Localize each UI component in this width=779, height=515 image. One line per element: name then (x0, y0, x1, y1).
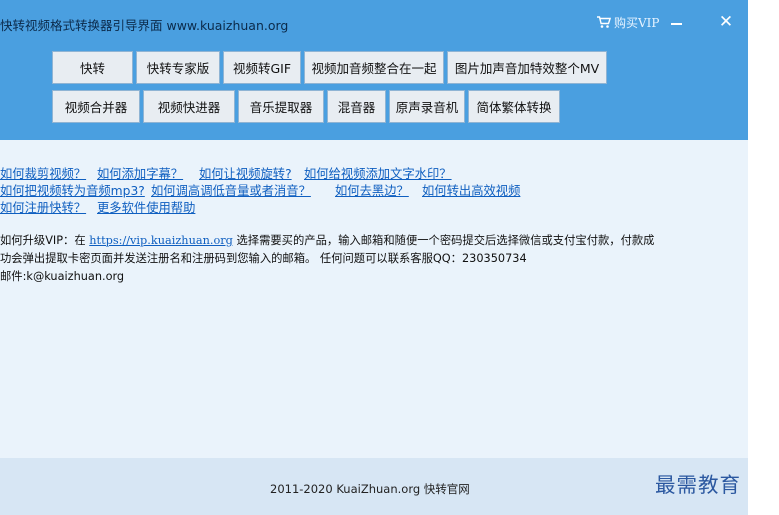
buy-vip-button[interactable]: 购买VIP (596, 13, 659, 31)
tool-button-image-mv[interactable]: 图片加声音加特效整个MV (447, 51, 607, 84)
link-more-help[interactable]: 更多软件使用帮助 (97, 198, 195, 216)
tool-button-kuaizhuan[interactable]: 快转 (52, 51, 133, 84)
vip-info-prefix: 如何升级VIP：在 (0, 234, 86, 247)
desktop-background (748, 0, 779, 515)
tool-button-video-merger[interactable]: 视频合并器 (52, 90, 140, 123)
vip-info-line2: 功会弹出提取卡密页面并发送注册名和注册码到您输入的邮箱。 任何问题可以联系客服Q… (0, 252, 527, 265)
main-window: 快转视频格式转换器引导界面 www.kuaizhuan.org 购买VIP ✕ … (0, 0, 748, 515)
link-add-subtitle[interactable]: 如何添加字幕？ (97, 164, 183, 182)
content-panel: 如何裁剪视频？ 如何添加字幕？ 如何让视频旋转? 如何给视频添加文字水印？ 如何… (0, 140, 748, 458)
minimize-button[interactable] (662, 12, 690, 32)
close-icon: ✕ (718, 12, 734, 32)
tool-button-simp-trad[interactable]: 简体繁体转换 (468, 90, 560, 123)
tool-button-video-speed[interactable]: 视频快进器 (143, 90, 235, 123)
watermark-text: 最需教育 (655, 473, 741, 497)
buy-vip-label: 购买VIP (614, 15, 660, 30)
vip-url-link[interactable]: https://vip.kuaizhuan.org (89, 234, 233, 247)
cart-icon (597, 16, 612, 28)
window-title: 快转视频格式转换器引导界面 www.kuaizhuan.org (0, 18, 289, 33)
link-text-watermark[interactable]: 如何给视频添加文字水印？ (304, 164, 452, 182)
close-button[interactable]: ✕ (706, 8, 746, 36)
tool-button-expert[interactable]: 快转专家版 (136, 51, 220, 84)
footer-copyright: 2011-2020 KuaiZhuan.org 快转官网 (270, 482, 470, 496)
link-register[interactable]: 如何注册快转？ (0, 198, 86, 216)
tool-button-mixer[interactable]: 混音器 (327, 90, 386, 123)
tool-button-recorder[interactable]: 原声录音机 (389, 90, 465, 123)
link-rotate-video[interactable]: 如何让视频旋转? (199, 164, 292, 182)
link-adjust-volume[interactable]: 如何调高调低音量或者消音？ (151, 181, 311, 199)
link-crop-video[interactable]: 如何裁剪视频？ (0, 164, 86, 182)
vip-info-suffix: 选择需要买的产品，输入邮箱和随便一个密码提交后选择微信或支付宝付款，付款成 (236, 234, 655, 247)
link-efficient-video[interactable]: 如何转出高效视频 (422, 181, 520, 199)
link-remove-black-border[interactable]: 如何去黑边？ (335, 181, 409, 199)
contact-email: 邮件:k@kuaizhuan.org (0, 270, 125, 283)
tool-button-merge-audio-video[interactable]: 视频加音频整合在一起 (304, 51, 444, 84)
tool-button-video-to-gif[interactable]: 视频转GIF (223, 51, 301, 84)
vip-info-line1: 如何升级VIP：在 https://vip.kuaizhuan.org 选择需要… (0, 232, 654, 248)
footer: 2011-2020 KuaiZhuan.org 快转官网 (0, 458, 748, 515)
title-bar: 快转视频格式转换器引导界面 www.kuaizhuan.org 购买VIP ✕ (0, 0, 748, 44)
link-video-to-mp3[interactable]: 如何把视频转为音频mp3? (0, 181, 145, 199)
tool-button-music-extractor[interactable]: 音乐提取器 (238, 90, 324, 123)
